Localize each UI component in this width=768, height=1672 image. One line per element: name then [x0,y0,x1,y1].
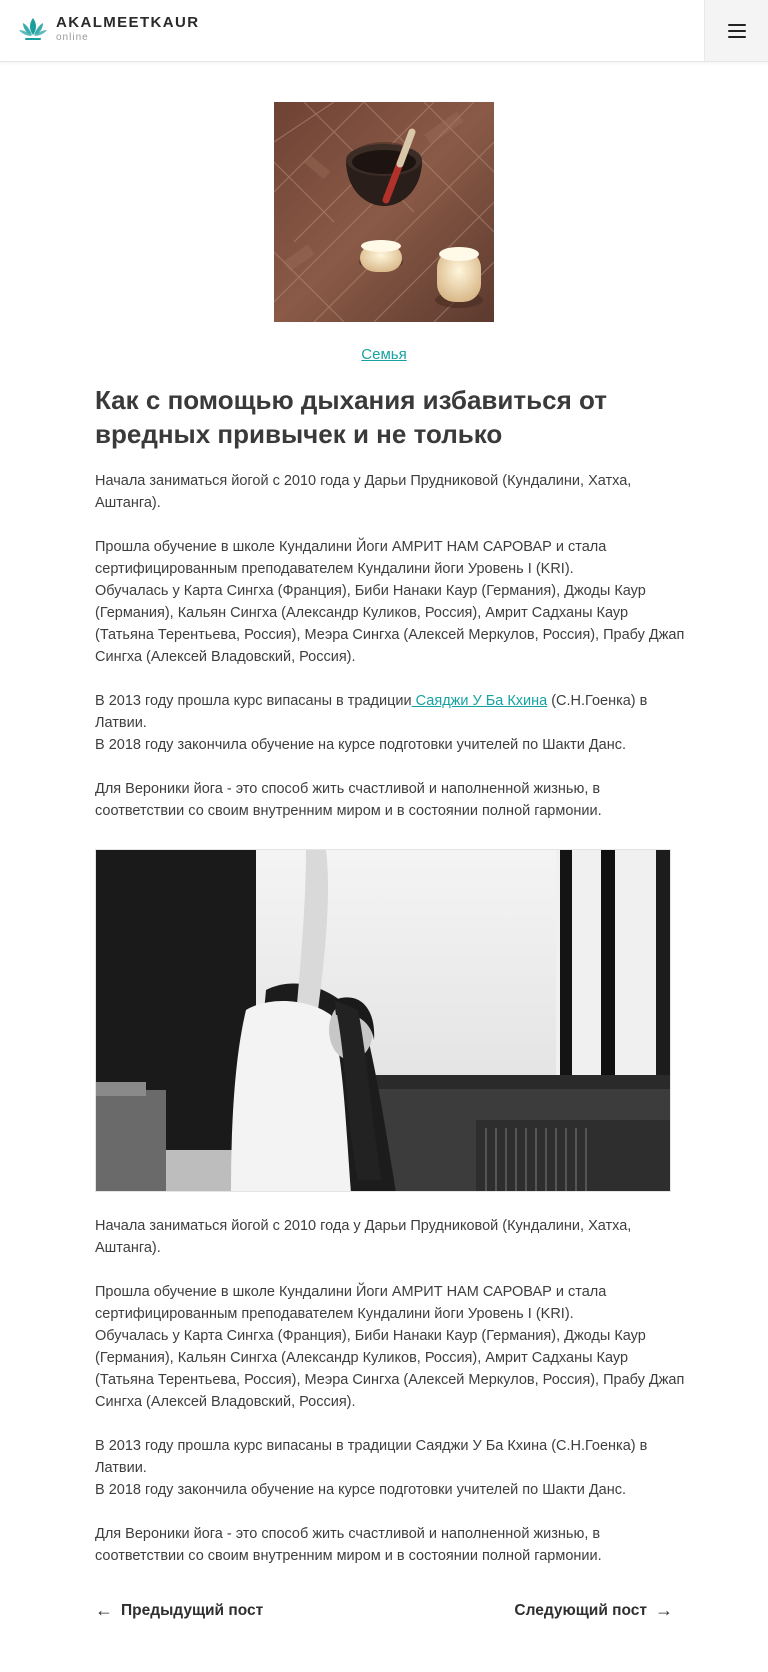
post-category: Семья [0,346,768,364]
paragraph: Обучалась у Карта Сингха (Франция), Биби… [95,1328,685,1410]
post-body-section-2: Начала заниматься йогой с 2010 года у Да… [95,1215,685,1567]
vipassana-link[interactable]: Саяджи У Ба Кхина [412,693,548,709]
site-logo[interactable]: AKALMEETKAUR online [18,14,199,44]
post-title: Как с помощью дыхания избавиться от вред… [95,385,607,449]
singing-bowl-image [274,102,494,322]
arrow-right-icon: → [655,1600,673,1620]
lotus-icon [19,18,47,40]
post-hero-image [274,102,494,322]
post-body-section-1: Начала заниматься йогой с 2010 года у Да… [95,470,685,822]
paragraph: Для Вероники йога - это способ жить счас… [95,781,602,819]
paragraph: В 2013 году прошла курс випасаны в тради… [95,1438,648,1476]
logo-name: AKALMEETKAUR [56,14,200,31]
menu-button[interactable] [704,0,768,61]
next-post-label: Следующий пост [514,1601,647,1619]
paragraph: Прошла обучение в школе Кундалини Йоги А… [95,539,607,577]
paragraph-text: В 2013 году прошла курс випасаны в тради… [95,693,412,709]
paragraph-with-link: В 2013 году прошла курс випасаны в тради… [95,690,685,734]
paragraph: Обучалась у Карта Сингха (Франция), Биби… [95,583,685,665]
next-post-link[interactable]: Следующий пост → [514,1600,673,1621]
paragraph: В 2018 году закончила обучение на курсе … [95,1482,627,1498]
hamburger-icon [727,23,746,38]
paragraph: Начала заниматься йогой с 2010 года у Да… [95,473,632,511]
paragraph: Прошла обучение в школе Кундалини Йоги А… [95,1284,607,1322]
yoga-woman-image [96,850,670,1191]
paragraph: Начала заниматься йогой с 2010 года у Да… [95,1218,632,1256]
site-header: AKALMEETKAUR online [0,0,768,62]
previous-post-label: Предыдущий пост [121,1601,264,1619]
paragraph: В 2018 году закончила обучение на курсе … [95,737,627,753]
post-navigation: ← Предыдущий пост Следующий пост → [95,1600,673,1626]
category-link[interactable]: Семья [361,346,406,363]
logo-text: AKALMEETKAUR online [56,15,199,43]
paragraph: Для Вероники йога - это способ жить счас… [95,1526,602,1564]
previous-post-link[interactable]: ← Предыдущий пост [95,1600,263,1621]
arrow-left-icon: ← [95,1600,113,1620]
post-photo-yoga [95,849,671,1192]
logo-subtitle: online [56,32,89,43]
